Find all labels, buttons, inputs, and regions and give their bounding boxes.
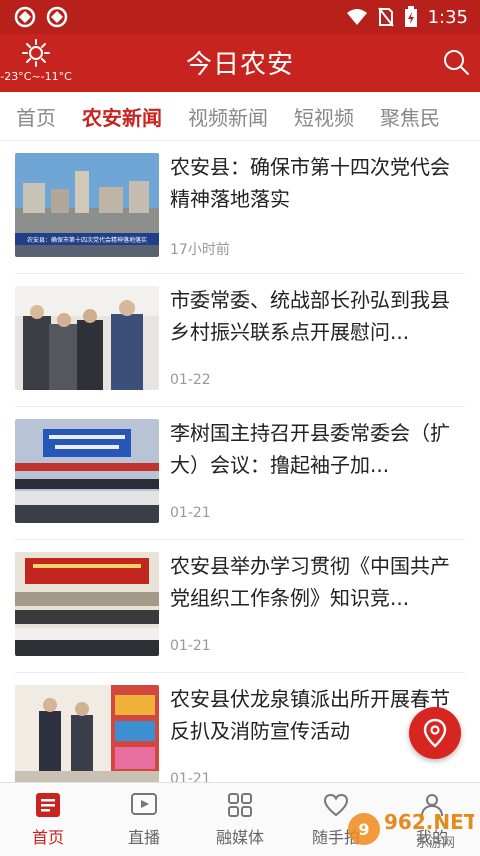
tab-video-news[interactable]: 视频新闻 xyxy=(188,102,268,131)
app-title: 今日农安 xyxy=(185,50,294,80)
location-button[interactable] xyxy=(409,707,461,759)
live-video-icon xyxy=(131,792,157,815)
news-title: 李树国主持召开县委常委会（扩大）会议：撸起袖子加... xyxy=(170,421,450,477)
nav-home-label: 首页 xyxy=(31,827,64,847)
nav-media[interactable]: 融媒体 xyxy=(192,783,288,856)
grid-icon xyxy=(228,792,252,817)
site-watermark-logo: 9 962.NET 乐游网 xyxy=(348,810,474,851)
news-thumbnail xyxy=(15,552,159,656)
app-notification-icon xyxy=(14,6,36,28)
status-bar: 1:35 xyxy=(0,0,480,34)
wifi-icon xyxy=(346,9,367,25)
news-time: 01-21 xyxy=(170,638,211,654)
status-time: 1:35 xyxy=(427,6,468,28)
news-item[interactable]: 市委常委、统战部长孙弘到我县乡村振兴联系点开展慰问... 01-22 xyxy=(15,274,465,407)
news-time: 01-22 xyxy=(170,372,211,388)
location-pin-icon xyxy=(423,718,447,748)
channel-tabs: 首页 农安新闻 视频新闻 短视频 聚焦民 xyxy=(0,92,480,141)
news-thumbnail xyxy=(15,685,159,789)
nav-media-label: 融媒体 xyxy=(215,827,264,847)
news-icon xyxy=(36,792,60,817)
news-item[interactable]: 李树国主持召开县委常委会（扩大）会议：撸起袖子加... 01-21 xyxy=(15,407,465,540)
news-time: 01-21 xyxy=(170,505,211,521)
battery-charging-icon xyxy=(404,6,417,27)
no-sim-icon xyxy=(377,7,394,27)
news-title: 农安县举办学习贯彻《中国共产党组织工作条例》知识竞... xyxy=(170,554,450,610)
svg-text:9: 9 xyxy=(358,820,369,839)
news-title: 农安县：确保市第十四次党代会精神落地落实 xyxy=(170,155,450,211)
tab-focus[interactable]: 聚焦民 xyxy=(380,102,440,131)
watermark-text: 962.NET xyxy=(384,810,474,834)
app-notification-icon xyxy=(46,6,68,28)
news-time: 17小时前 xyxy=(170,242,230,258)
tab-nongan-news[interactable]: 农安新闻 xyxy=(82,102,162,131)
news-thumbnail: 农安县：确保市第十四次党代会精神落地落实 xyxy=(15,153,159,257)
tab-home[interactable]: 首页 xyxy=(16,102,56,131)
tab-short-video[interactable]: 短视频 xyxy=(294,102,354,131)
nav-live[interactable]: 直播 xyxy=(96,783,192,856)
search-button[interactable] xyxy=(442,48,470,80)
news-thumbnail xyxy=(15,419,159,523)
search-icon xyxy=(444,50,469,75)
news-item[interactable]: 农安县举办学习贯彻《中国共产党组织工作条例》知识竞... 01-21 xyxy=(15,540,465,673)
news-thumbnail xyxy=(15,286,159,390)
thumbnail-caption: 农安县：确保市第十四次党代会精神落地落实 xyxy=(27,236,147,244)
news-list: 农安县：确保市第十四次党代会精神落地落实 农安县：确保市第十四次党代会精神落地落… xyxy=(0,141,480,806)
news-title: 市委常委、统战部长孙弘到我县乡村振兴联系点开展慰问... xyxy=(170,288,450,344)
news-item[interactable]: 农安县：确保市第十四次党代会精神落地落实 农安县：确保市第十四次党代会精神落地落… xyxy=(15,141,465,274)
app-header: -23°C~-11°C 今日农安 xyxy=(0,34,480,92)
nav-home[interactable]: 首页 xyxy=(0,783,96,856)
nav-live-label: 直播 xyxy=(127,827,160,847)
watermark-subtext: 乐游网 xyxy=(416,836,455,851)
